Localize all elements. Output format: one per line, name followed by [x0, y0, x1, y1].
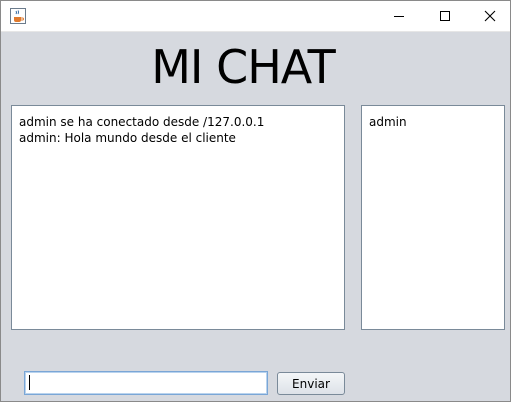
- chat-window: MI CHAT admin se ha conectado desde /127…: [0, 0, 511, 402]
- chat-message: admin se ha conectado desde /127.0.0.1: [19, 115, 265, 129]
- maximize-button[interactable]: [422, 1, 468, 32]
- title-bar[interactable]: [1, 1, 510, 32]
- maximize-icon: [439, 7, 451, 26]
- user-list-item[interactable]: admin: [369, 114, 497, 130]
- chat-messages-area[interactable]: admin se ha conectado desde /127.0.0.1 a…: [11, 105, 345, 330]
- minimize-button[interactable]: [376, 1, 422, 32]
- message-input[interactable]: [24, 371, 268, 395]
- minimize-icon: [393, 7, 405, 26]
- java-coffee-icon: [10, 8, 26, 24]
- close-icon: [484, 7, 496, 26]
- send-button[interactable]: Enviar: [277, 372, 345, 395]
- connected-users-list[interactable]: admin: [361, 105, 505, 330]
- close-button[interactable]: [467, 1, 513, 32]
- chat-message: admin: Hola mundo desde el cliente: [19, 131, 236, 145]
- text-caret: [29, 375, 30, 390]
- page-title: MI CHAT: [151, 40, 336, 94]
